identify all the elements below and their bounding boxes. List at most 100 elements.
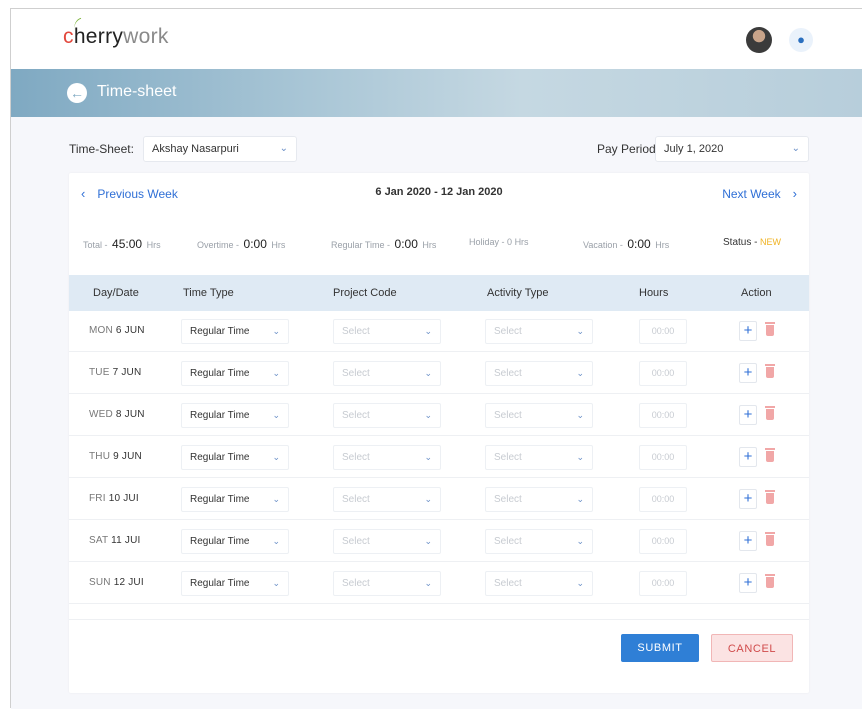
back-arrow-icon[interactable]: ←	[67, 83, 87, 103]
summary-overtime-unit: Hrs	[271, 240, 286, 250]
cancel-button[interactable]: CANCEL	[711, 634, 793, 662]
project-code-select[interactable]: Select ⌄	[333, 361, 441, 386]
trash-icon[interactable]	[765, 573, 775, 589]
time-type-select[interactable]: Regular Time ⌄	[181, 319, 289, 344]
submit-button[interactable]: SUBMIT	[621, 634, 699, 662]
app-frame: cherrywork ● ← Time-sheet Time-Sheet: Ak…	[10, 8, 862, 709]
row-day-of-week: TUE	[89, 367, 110, 378]
time-type-select[interactable]: Regular Time ⌄	[181, 571, 289, 596]
plus-icon[interactable]: +	[739, 321, 757, 341]
chevron-down-icon: ⌄	[272, 452, 280, 462]
time-type-select[interactable]: Regular Time ⌄	[181, 529, 289, 554]
chevron-down-icon: ⌄	[272, 326, 280, 336]
hours-input[interactable]: 00:00	[639, 487, 687, 512]
trash-icon[interactable]	[765, 447, 775, 463]
top-bar: cherrywork ●	[11, 9, 862, 69]
activity-type-select[interactable]: Select ⌄	[485, 487, 593, 512]
chevron-down-icon: ⌄	[576, 536, 584, 546]
hours-input[interactable]: 00:00	[639, 571, 687, 596]
row-day: THU 9 JUN	[89, 451, 142, 462]
time-type-select[interactable]: Regular Time ⌄	[181, 487, 289, 512]
chevron-down-icon: ⌄	[272, 368, 280, 378]
project-code-placeholder: Select	[342, 410, 370, 421]
trash-can	[766, 535, 774, 546]
hours-input[interactable]: 00:00	[639, 403, 687, 428]
status-badge: NEW	[759, 237, 781, 247]
row-date: 12 JUI	[113, 577, 144, 588]
next-week-label: Next Week	[722, 187, 781, 201]
chevron-down-icon: ⌄	[272, 410, 280, 420]
trash-icon[interactable]	[765, 363, 775, 379]
activity-type-select[interactable]: Select ⌄	[485, 319, 593, 344]
time-type-select[interactable]: Regular Time ⌄	[181, 445, 289, 470]
hours-input[interactable]: 00:00	[639, 361, 687, 386]
plus-icon[interactable]: +	[739, 405, 757, 425]
trash-lid	[765, 574, 775, 576]
next-week-link[interactable]: Next Week ›	[722, 186, 797, 201]
activity-type-select[interactable]: Select ⌄	[485, 361, 593, 386]
table-row: TUE 7 JUN Regular Time ⌄ Select ⌄ Select ⌄ 00:0…	[69, 353, 809, 394]
project-code-select[interactable]: Select ⌄	[333, 445, 441, 470]
project-code-placeholder: Select	[342, 452, 370, 463]
summary-vacation-unit: Hrs	[655, 240, 670, 250]
project-code-select[interactable]: Select ⌄	[333, 319, 441, 344]
summary-total-unit: Hrs	[146, 240, 161, 250]
chevron-down-icon: ⌄	[424, 494, 432, 504]
trash-icon[interactable]	[765, 321, 775, 337]
activity-type-select[interactable]: Select ⌄	[485, 529, 593, 554]
trash-can	[766, 451, 774, 462]
activity-type-placeholder: Select	[494, 578, 522, 589]
plus-icon[interactable]: +	[739, 447, 757, 467]
row-date: 9 JUN	[113, 451, 142, 462]
project-code-select[interactable]: Select ⌄	[333, 487, 441, 512]
trash-icon[interactable]	[765, 531, 775, 547]
chevron-down-icon: ⌄	[576, 494, 584, 504]
row-day: SAT 11 JUI	[89, 535, 140, 546]
hours-input[interactable]: 00:00	[639, 529, 687, 554]
plus-icon[interactable]: +	[739, 573, 757, 593]
chevron-down-icon: ⌄	[576, 368, 584, 378]
trash-can	[766, 493, 774, 504]
pay-period-select[interactable]: July 1, 2020 ⌄	[655, 136, 809, 162]
summary-regular-value: 0:00	[394, 237, 418, 251]
time-type-select[interactable]: Regular Time ⌄	[181, 361, 289, 386]
hours-input[interactable]: 00:00	[639, 319, 687, 344]
trash-icon[interactable]	[765, 489, 775, 505]
summary-regular-unit: Hrs	[422, 240, 437, 250]
project-code-placeholder: Select	[342, 578, 370, 589]
timesheet-card: ‹ Previous Week 6 Jan 2020 - 12 Jan 2020 …	[69, 173, 809, 693]
chevron-down-icon: ⌄	[279, 143, 288, 154]
timesheet-select[interactable]: Akshay Nasarpuri ⌄	[143, 136, 297, 162]
row-date: 7 JUN	[112, 367, 142, 378]
activity-type-select[interactable]: Select ⌄	[485, 403, 593, 428]
activity-type-select[interactable]: Select ⌄	[485, 571, 593, 596]
row-day: MON 6 JUN	[89, 325, 145, 336]
column-header-activity-type: Activity Type	[487, 287, 549, 299]
trash-can	[766, 577, 774, 588]
column-header-project-code: Project Code	[333, 287, 397, 299]
plus-icon[interactable]: +	[739, 489, 757, 509]
activity-type-placeholder: Select	[494, 452, 522, 463]
time-type-select[interactable]: Regular Time ⌄	[181, 403, 289, 428]
project-code-placeholder: Select	[342, 494, 370, 505]
user-avatar[interactable]	[746, 27, 772, 53]
cherrywork-logo[interactable]: cherrywork	[63, 25, 169, 49]
chevron-down-icon: ⌄	[424, 536, 432, 546]
chevron-down-icon: ⌄	[424, 452, 432, 462]
project-code-select[interactable]: Select ⌄	[333, 571, 441, 596]
plus-icon[interactable]: +	[739, 531, 757, 551]
row-date: 6 JUN	[115, 325, 145, 336]
project-code-select[interactable]: Select ⌄	[333, 403, 441, 428]
summary-status: Status - NEW	[723, 237, 781, 248]
summary-regular-label: Regular Time -	[331, 240, 391, 250]
hours-input[interactable]: 00:00	[639, 445, 687, 470]
activity-type-placeholder: Select	[494, 326, 522, 337]
activity-type-select[interactable]: Select ⌄	[485, 445, 593, 470]
project-code-select[interactable]: Select ⌄	[333, 529, 441, 554]
trash-icon[interactable]	[765, 405, 775, 421]
row-day: SUN 12 JUI	[89, 577, 144, 588]
chevron-down-icon: ⌄	[576, 452, 584, 462]
summary-holiday-value: 0	[507, 237, 513, 247]
location-pin-icon[interactable]: ●	[789, 28, 813, 52]
plus-icon[interactable]: +	[739, 363, 757, 383]
